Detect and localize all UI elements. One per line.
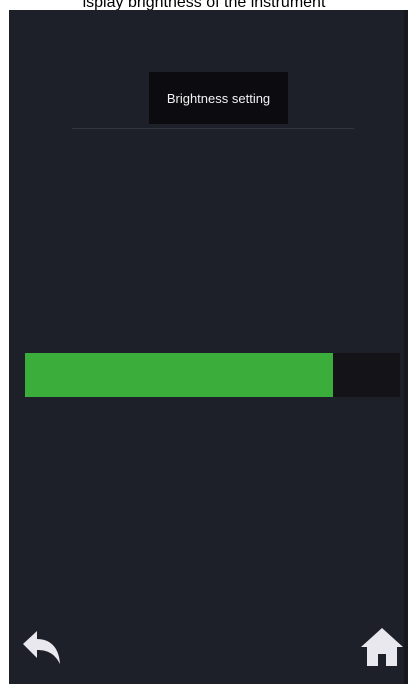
back-button[interactable]: [19, 624, 65, 670]
home-button[interactable]: [359, 624, 405, 670]
title-box: Brightness setting: [149, 72, 288, 124]
brightness-slider-fill: [25, 353, 333, 397]
device-screen: Brightness setting: [9, 10, 408, 684]
brightness-slider[interactable]: [25, 353, 400, 397]
title-divider: [72, 128, 354, 129]
screen-edge: [404, 10, 408, 684]
back-arrow-icon: [23, 631, 60, 664]
page-title: Brightness setting: [166, 90, 271, 106]
home-icon: [361, 628, 403, 666]
page: isplay brightness of the instrument Brig…: [0, 0, 408, 684]
